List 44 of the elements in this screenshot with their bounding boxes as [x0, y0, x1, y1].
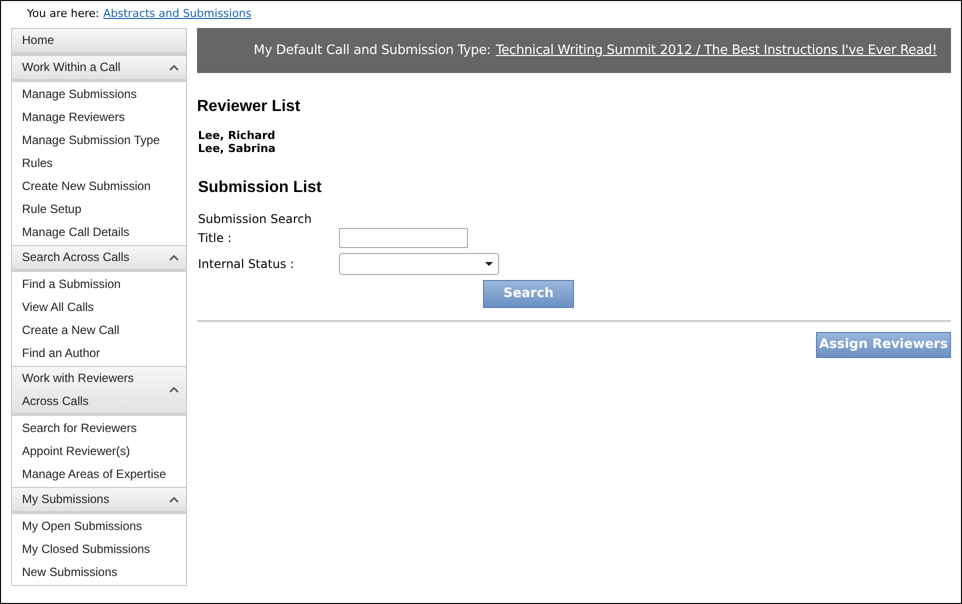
sidebar-link[interactable]: Manage Submission Type [12, 129, 186, 152]
sidebar-header-label: My Submissions [22, 491, 110, 508]
sidebar-header[interactable]: Work with Reviewers Across Calls [12, 366, 186, 416]
sidebar-header-label: Work with Reviewers Across Calls [22, 370, 135, 410]
search-label: Submission Search [198, 211, 312, 228]
dropdown-arrow-icon [485, 262, 493, 266]
sidebar-link[interactable]: View All Calls [12, 296, 186, 319]
sidebar-link[interactable]: New Submissions [12, 561, 186, 584]
title-input[interactable] [339, 228, 468, 248]
breadcrumb-label: You are here: [27, 6, 100, 22]
sidebar-link[interactable]: Find a Submission [12, 273, 186, 296]
section-heading: Reviewer List [197, 97, 302, 117]
sidebar-link[interactable]: Find an Author [12, 342, 186, 365]
reviewer-name: Lee, Richard [198, 129, 276, 142]
sidebar-link[interactable]: Appoint Reviewer(s) [12, 440, 186, 463]
sidebar-header[interactable]: Work Within a Call [12, 55, 186, 82]
sidebar-link[interactable]: Rule Setup [12, 198, 186, 221]
field-label: Title : [198, 230, 233, 247]
sidebar-link[interactable]: My Closed Submissions [12, 538, 186, 561]
caret-icon[interactable] [169, 496, 179, 502]
sidebar-link[interactable]: Rules [12, 152, 186, 175]
banner-link[interactable]: Technical Writing Summit 2012 / The Best Instructions I've Ever Read! [496, 40, 937, 60]
banner-label: My Default Call and Submission Type: [254, 42, 491, 60]
reviewer-name: Lee, Sabrina [198, 142, 276, 155]
section-heading: Submission List [198, 178, 323, 198]
sidebar-link[interactable]: Create a New Call [12, 319, 186, 342]
breadcrumb-link[interactable]: Abstracts and Submissions [103, 6, 252, 23]
caret-icon[interactable] [169, 254, 179, 260]
sidebar-link[interactable]: Manage Submissions [12, 83, 186, 106]
sidebar-header-label: Search Across Calls [22, 249, 130, 266]
sidebar-link[interactable]: Manage Areas of Expertise [12, 463, 186, 486]
sidebar-link[interactable]: My Open Submissions [12, 515, 186, 538]
field-label: Internal Status : [198, 256, 296, 273]
sidebar-header-label: Home [22, 32, 56, 49]
sidebar-link[interactable]: Search for Reviewers [12, 417, 186, 440]
sidebar-header-label: Work Within a Call [22, 59, 122, 76]
sidebar-header[interactable]: Search Across Calls [12, 245, 186, 272]
sidebar-link[interactable]: Manage Reviewers [12, 106, 186, 129]
sidebar-link[interactable]: Manage Call Details [12, 221, 186, 244]
caret-icon[interactable] [169, 64, 179, 70]
sidebar-header[interactable]: My Submissions [12, 487, 186, 514]
sidebar-header[interactable]: Home [12, 29, 186, 55]
sidebar-link[interactable]: Create New Submission [12, 175, 186, 198]
caret-icon[interactable] [169, 387, 179, 393]
